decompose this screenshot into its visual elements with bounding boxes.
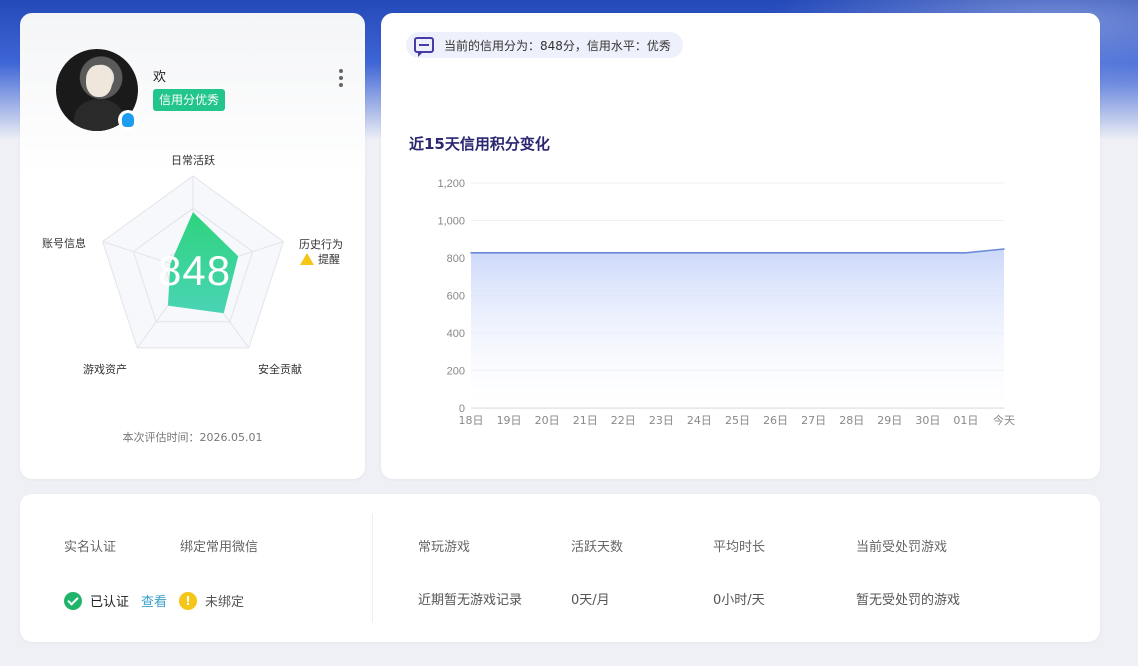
x-tick-label: 21日	[573, 414, 598, 427]
avg-duration-label: 平均时长	[713, 540, 766, 555]
info-card: 实名认证 绑定常用微信 已认证 查看 ! 未绑定 常玩游戏 活跃天数 平均时长 …	[20, 494, 1100, 642]
active-days-value: 0天/月	[571, 593, 610, 608]
x-tick-label: 24日	[687, 414, 712, 427]
data-point	[470, 251, 472, 254]
data-point	[888, 251, 891, 254]
x-tick-label: 27日	[801, 414, 826, 427]
data-point	[850, 251, 853, 254]
y-tick-label: 800	[447, 253, 465, 265]
x-tick-label: 25日	[725, 414, 750, 427]
divider	[372, 514, 373, 622]
data-point	[774, 251, 777, 254]
radar-label-left: 账号信息	[42, 237, 86, 250]
data-point	[622, 251, 625, 254]
frequent-game-value: 近期暂无游戏记录	[418, 593, 523, 608]
radar-label-bottom-right: 安全贡献	[258, 363, 302, 376]
punished-label: 当前受处罚游戏	[856, 540, 948, 555]
data-point	[546, 251, 548, 254]
data-point	[698, 251, 701, 254]
y-tick-label: 600	[447, 291, 465, 303]
x-tick-label: 29日	[877, 414, 902, 427]
y-tick-label: 1,000	[437, 216, 465, 228]
wechat-status-text: 未绑定	[205, 595, 245, 610]
radar-label-bottom-left: 游戏资产	[83, 363, 127, 376]
x-tick-label: 19日	[497, 414, 522, 427]
data-point	[965, 251, 967, 254]
exclamation-circle-icon: !	[179, 591, 197, 610]
profile-card: 欢 信用分优秀 848 日常活跃 历史行为 提醒 账号信息 游戏资产 安全贡献 …	[20, 13, 365, 479]
radar-label-right: 历史行为	[299, 238, 343, 251]
score-display: 848	[158, 247, 232, 294]
active-days-label: 活跃天数	[571, 540, 624, 555]
data-point	[927, 251, 929, 254]
radar-label-top: 日常活跃	[171, 154, 215, 167]
warning-text: 提醒	[318, 253, 340, 266]
x-tick-label: 20日	[535, 414, 560, 427]
avg-duration-value: 0小时/天	[713, 593, 765, 608]
x-tick-label: 01日	[953, 414, 978, 427]
data-point	[508, 251, 510, 254]
data-point	[1003, 248, 1005, 250]
x-tick-label: 23日	[649, 414, 674, 427]
x-tick-label: 今天	[993, 413, 1015, 427]
area-fill	[471, 249, 1004, 408]
x-tick-label: 28日	[839, 414, 864, 427]
punished-value: 暂无受处罚的游戏	[856, 593, 961, 608]
y-tick-label: 200	[447, 366, 465, 378]
frequent-game-label: 常玩游戏	[418, 540, 471, 555]
history-warning[interactable]: 提醒	[300, 251, 340, 267]
x-tick-label: 30日	[915, 414, 940, 427]
data-point	[660, 251, 663, 254]
warning-icon	[300, 253, 314, 265]
wechat-label: 绑定常用微信	[180, 540, 259, 555]
x-tick-label: 18日	[459, 414, 484, 427]
real-name-status-text: 已认证	[90, 595, 130, 610]
y-tick-label: 1,200	[437, 178, 465, 190]
x-tick-label: 26日	[763, 414, 788, 427]
wechat-status: ! 未绑定	[179, 591, 244, 610]
view-link[interactable]: 查看	[141, 591, 167, 610]
check-circle-icon	[64, 591, 82, 610]
x-tick-label: 22日	[611, 414, 636, 427]
data-point	[584, 251, 587, 254]
eval-time: 本次评估时间：2026.05.01	[122, 431, 263, 444]
data-point	[736, 251, 739, 254]
data-point	[812, 251, 815, 254]
credit-chart: 02004006008001,0001,20018日 19日 20日 21日 22日 23…	[437, 178, 1015, 427]
real-name-label: 实名认证	[64, 540, 117, 555]
y-tick-label: 400	[447, 328, 465, 340]
real-name-status: 已认证 查看	[64, 591, 167, 610]
chart-card: 当前的信用分为：848分，信用水平：优秀 近15天信用积分变化 0 200 400 6…	[381, 13, 1100, 479]
